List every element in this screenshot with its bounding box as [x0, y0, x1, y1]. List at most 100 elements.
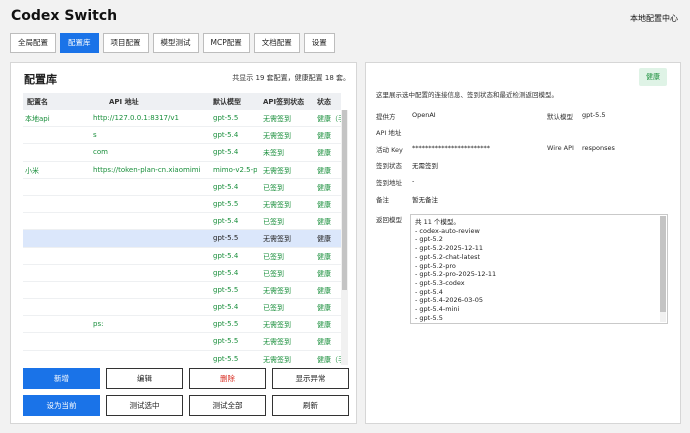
table-row[interactable]: gpt-5.5无需签到健康（手动） — [23, 351, 347, 365]
cell-model: gpt-5.4 — [213, 217, 239, 226]
column-status[interactable]: 状态 — [317, 97, 331, 107]
cell-checkin: 无需签到 — [263, 355, 291, 364]
table-row[interactable]: 本地api http://127.0.0.1:8317/v1 gpt-5.5 无需签到… — [23, 110, 347, 128]
active-key-value: ************************ — [412, 144, 490, 152]
app-title: Codex Switch — [11, 8, 118, 24]
checkin-address-label: 签到地址 — [376, 179, 402, 187]
cell-model: gpt-5.4 — [213, 268, 239, 277]
cell-api: com — [93, 148, 108, 157]
cell-checkin: 无需签到 — [263, 286, 291, 295]
cell-name: 本地api — [25, 115, 50, 123]
models-scroll-thumb[interactable] — [660, 216, 666, 312]
cell-checkin: 无需签到 — [263, 321, 291, 330]
cell-checkin: 已签到 — [263, 252, 284, 261]
tab-project-config[interactable]: 项目配置 — [102, 33, 149, 53]
library-title: 配置库 — [24, 73, 57, 86]
column-checkin[interactable]: API签到状态 — [263, 97, 304, 107]
default-model-value: gpt-5.5 — [582, 111, 606, 119]
returned-models-label: 返回模型 — [376, 216, 402, 224]
test-all-button[interactable]: 测试全部 — [189, 395, 266, 416]
config-library-panel: 配置库 共显示 19 套配置，健康配置 18 套。 配置名 API 地址 默认模… — [10, 62, 357, 424]
main-tabs: 全局配置 配置库 项目配置 模型测试 MCP配置 文档配置 设置 — [10, 33, 339, 53]
wire-api-value: responses — [582, 144, 615, 152]
table-row[interactable]: gpt-5.4 已签到 健康 — [23, 213, 341, 231]
cell-model: gpt-5.5 — [213, 114, 239, 122]
returned-models-list: 共 11 个模型。 - codex-auto-review - gpt-5.2- g… — [415, 218, 655, 322]
active-key-label: 活动 Key — [376, 146, 403, 154]
returned-models-textarea[interactable]: 共 11 个模型。 - codex-auto-review - gpt-5.2- g… — [410, 214, 668, 324]
cell-checkin: 已签到 — [263, 183, 284, 192]
tab-model-test[interactable]: 模型测试 — [152, 33, 199, 53]
column-name[interactable]: 配置名 — [27, 97, 48, 107]
library-summary: 共显示 19 套配置，健康配置 18 套。 — [232, 74, 350, 82]
table-row[interactable]: gpt-5.5 无需签到 健康 — [23, 230, 341, 248]
set-current-button[interactable]: 设为当前 — [23, 395, 100, 416]
checkin-status-value: 无需签到 — [412, 162, 438, 170]
table-row[interactable]: gpt-5.4 已签到 健康 — [23, 265, 341, 282]
refresh-button[interactable]: 刷新 — [272, 395, 349, 416]
cell-name: 小米 — [25, 166, 39, 175]
config-detail-panel: 健康 这里展示选中配置的连接信息、签到状态和最近检测返回模型。 提供方 Open… — [365, 62, 681, 424]
checkin-status-label: 签到状态 — [376, 162, 402, 170]
model-line: - gpt-5.4 — [415, 287, 443, 296]
config-table: 配置名 API 地址 默认模型 API签到状态 状态 本地api http://1… — [23, 93, 348, 365]
show-abnormal-button[interactable]: 显示异常 — [272, 368, 349, 389]
delete-button[interactable]: 删除 — [189, 368, 266, 389]
model-line: - gpt-5.3-codex — [415, 278, 465, 287]
cell-checkin: 已签到 — [263, 269, 284, 278]
tab-mcp-config[interactable]: MCP配置 — [202, 33, 250, 53]
model-line: - gpt-5.4-mini — [415, 305, 460, 314]
cell-api: http://127.0.0.1:8317/v1 — [93, 114, 179, 122]
models-scrollbar[interactable] — [660, 216, 666, 322]
detail-description: 这里展示选中配置的连接信息、签到状态和最近检测返回模型。 — [376, 91, 558, 99]
cell-checkin: 无需签到 — [263, 235, 291, 244]
note-value: 暂无备注 — [412, 196, 438, 204]
table-header: 配置名 API 地址 默认模型 API签到状态 状态 — [23, 93, 341, 110]
provider-value: OpenAI — [412, 111, 436, 119]
tab-config-library[interactable]: 配置库 — [60, 33, 99, 53]
cell-model: gpt-5.5 — [213, 234, 239, 243]
cell-checkin: 已签到 — [263, 304, 284, 313]
tab-global-config[interactable]: 全局配置 — [10, 33, 56, 53]
table-row[interactable]: gpt-5.4 已签到 健康 — [23, 179, 341, 196]
cell-api: s — [93, 131, 97, 140]
cell-model: gpt-5.5 — [213, 320, 239, 329]
tab-settings[interactable]: 设置 — [303, 33, 335, 53]
model-line: 共 11 个模型。 — [415, 218, 460, 226]
table-row[interactable]: gpt-5.4 已签到 健康 — [23, 248, 341, 265]
cell-model: gpt-5.4 — [213, 148, 239, 157]
table-body: 本地api http://127.0.0.1:8317/v1 gpt-5.5 无需签到… — [23, 110, 347, 365]
model-line: - gpt-5.2 — [415, 235, 443, 244]
table-scrollbar[interactable] — [341, 110, 348, 365]
table-scroll-thumb[interactable] — [342, 110, 347, 290]
table-row[interactable]: gpt-5.5 无需签到 健康 — [23, 333, 341, 351]
cell-api: ps: — [93, 320, 104, 329]
table-row[interactable]: ps: gpt-5.5 无需签到 健康 — [23, 316, 341, 334]
table-row[interactable]: gpt-5.5 无需签到 健康 — [23, 196, 341, 214]
cell-model: gpt-5.4 — [213, 131, 239, 140]
model-line: - codex-auto-review — [415, 226, 480, 235]
model-line: - gpt-5.5 — [415, 313, 443, 322]
model-line: - gpt-5.2-pro-2025-12-11 — [415, 270, 497, 279]
table-row[interactable]: gpt-5.5 无需签到 健康 — [23, 282, 341, 300]
model-line: - gpt-5.4-2026-03-05 — [415, 296, 484, 305]
model-line: - gpt-5.2-chat-latest — [415, 252, 481, 261]
model-line: - gpt-5.2-2025-12-11 — [415, 244, 484, 253]
api-address-label: API 地址 — [376, 129, 402, 137]
table-row[interactable]: 小米 https://token-plan-cn.xiaomimim mimo-v2… — [23, 162, 341, 179]
table-row[interactable]: gpt-5.4 已签到 健康 — [23, 299, 341, 317]
health-badge: 健康 — [639, 68, 667, 86]
table-row[interactable]: com gpt-5.4 未签到 健康 — [23, 144, 341, 162]
test-selected-button[interactable]: 测试选中 — [106, 395, 183, 416]
cell-model: gpt-5.5 — [213, 285, 239, 294]
cell-checkin: 无需签到 — [263, 166, 291, 175]
add-button[interactable]: 新增 — [23, 368, 100, 389]
table-row[interactable]: s gpt-5.4 无需签到 健康 — [23, 127, 341, 145]
tab-doc-config[interactable]: 文档配置 — [253, 33, 300, 53]
column-model[interactable]: 默认模型 — [213, 97, 241, 107]
model-line: - gpt-5.2-pro — [415, 261, 456, 270]
edit-button[interactable]: 编辑 — [106, 368, 183, 389]
column-api[interactable]: API 地址 — [109, 97, 139, 107]
cell-model: gpt-5.5 — [213, 354, 239, 363]
cell-checkin: 无需签到 — [263, 132, 291, 141]
